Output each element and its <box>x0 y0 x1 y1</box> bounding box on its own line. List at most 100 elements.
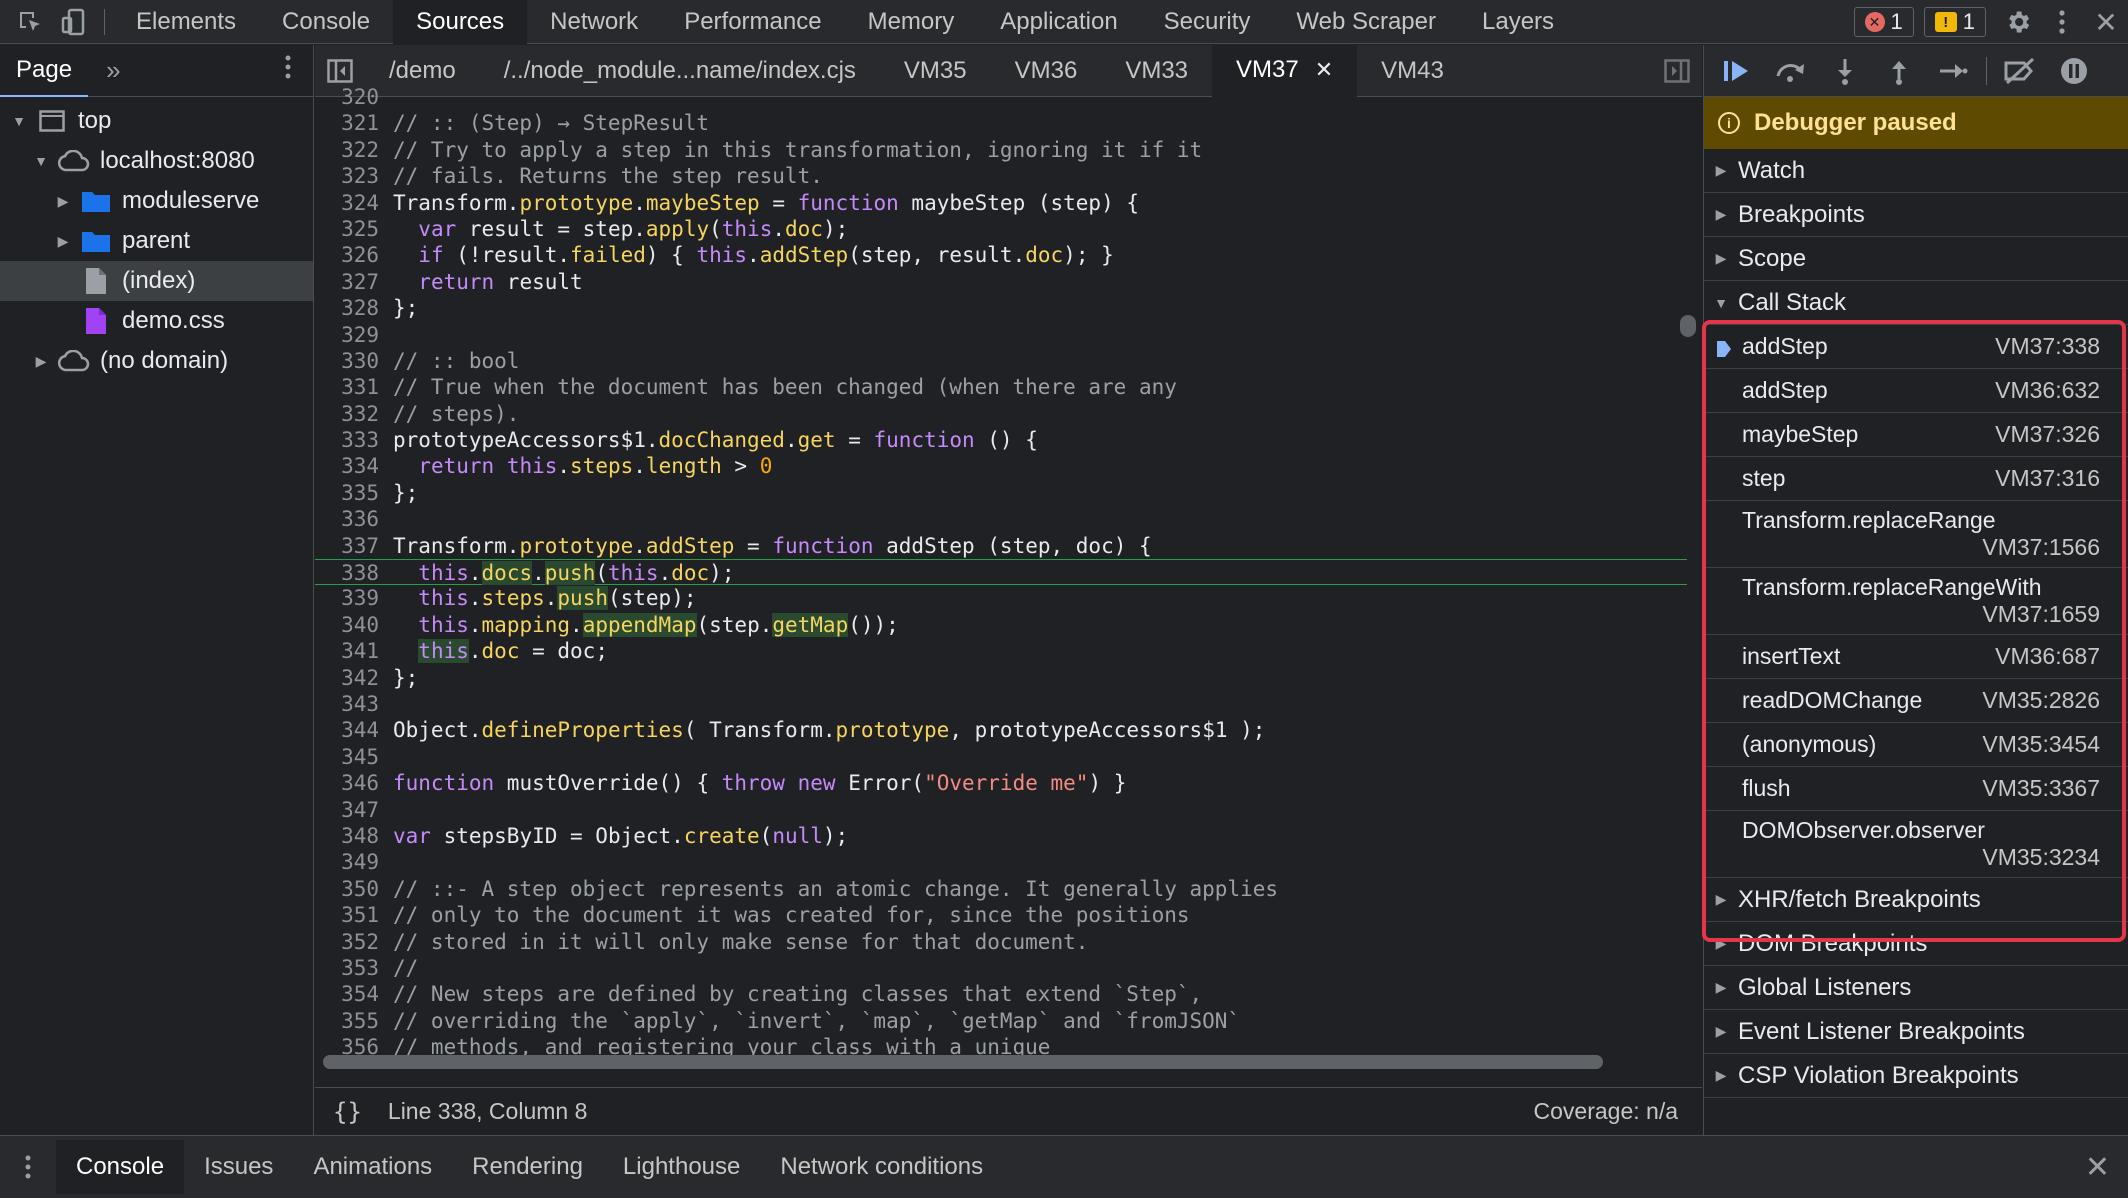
pane-scope[interactable]: ▶ Scope <box>1704 237 2128 281</box>
horizontal-scrollbar[interactable] <box>323 1055 1603 1069</box>
frame-location[interactable]: VM36:632 <box>1995 377 2100 404</box>
line-number[interactable]: 331 <box>315 374 391 400</box>
line-number[interactable]: 351 <box>315 902 391 928</box>
tab-page[interactable]: Page <box>0 44 89 97</box>
inspect-element-icon[interactable] <box>8 0 52 44</box>
drawer-tab-lighthouse[interactable]: Lighthouse <box>603 1140 760 1194</box>
tree-item-no-domain[interactable]: ▶ (no domain) <box>0 341 313 381</box>
line-number[interactable]: 345 <box>315 744 391 770</box>
tab-elements[interactable]: Elements <box>113 0 259 44</box>
tab-security[interactable]: Security <box>1141 0 1274 44</box>
more-tabs-chevron-icon[interactable]: » <box>106 55 120 86</box>
drawer-tab-animations[interactable]: Animations <box>293 1140 452 1194</box>
tree-item-index[interactable]: (index) <box>0 261 313 301</box>
line-number[interactable]: 332 <box>315 401 391 427</box>
frame-location[interactable]: VM35:3367 <box>1982 775 2100 802</box>
code-area[interactable]: 320 321// :: (Step) → StepResult 322// Try… <box>315 84 1687 1074</box>
close-devtools-icon[interactable]: ✕ <box>2084 0 2128 44</box>
call-frame[interactable]: addStep VM36:632 <box>1704 369 2128 413</box>
frame-location[interactable]: VM36:687 <box>1995 643 2100 670</box>
call-frame[interactable]: Transform.replaceRangeWith VM37:1659 <box>1704 568 2128 635</box>
line-number[interactable]: 333 <box>315 427 391 453</box>
tab-performance[interactable]: Performance <box>661 0 844 44</box>
line-number[interactable]: 337 <box>315 533 391 559</box>
tab-web-scraper[interactable]: Web Scraper <box>1273 0 1459 44</box>
line-number[interactable]: 354 <box>315 981 391 1007</box>
call-stack-header[interactable]: ▼ Call Stack <box>1704 281 2128 325</box>
step-over-icon[interactable] <box>1764 49 1818 93</box>
step-out-icon[interactable] <box>1872 49 1926 93</box>
line-number[interactable]: 349 <box>315 849 391 875</box>
line-number[interactable]: 343 <box>315 691 391 717</box>
warning-badge[interactable]: ! 1 <box>1923 7 1986 37</box>
tab-network[interactable]: Network <box>527 0 661 44</box>
line-number[interactable]: 352 <box>315 929 391 955</box>
drawer-menu-icon[interactable] <box>0 1154 56 1180</box>
call-frame[interactable]: flush VM35:3367 <box>1704 767 2128 811</box>
line-number[interactable]: 327 <box>315 269 391 295</box>
tab-application[interactable]: Application <box>977 0 1140 44</box>
pane-global-listeners[interactable]: ▶ Global Listeners <box>1704 966 2128 1010</box>
tree-item-demo-css[interactable]: demo.css <box>0 301 313 341</box>
line-number[interactable]: 330 <box>315 348 391 374</box>
line-number[interactable]: 335 <box>315 480 391 506</box>
line-number[interactable]: 348 <box>315 823 391 849</box>
line-number[interactable]: 347 <box>315 797 391 823</box>
frame-location[interactable]: VM37:326 <box>1995 421 2100 448</box>
line-number[interactable]: 344 <box>315 717 391 743</box>
tree-item-top[interactable]: ▼ top <box>0 101 313 141</box>
step-into-icon[interactable] <box>1818 49 1872 93</box>
line-number[interactable]: 353 <box>315 955 391 981</box>
line-number[interactable]: 338 <box>315 560 391 585</box>
frame-location[interactable]: VM37:316 <box>1995 465 2100 492</box>
settings-gear-icon[interactable] <box>1996 0 2040 44</box>
drawer-tab-console[interactable]: Console <box>56 1140 185 1194</box>
tab-memory[interactable]: Memory <box>845 0 978 44</box>
call-frame[interactable]: (anonymous) VM35:3454 <box>1704 723 2128 767</box>
pane-breakpoints[interactable]: ▶ Breakpoints <box>1704 193 2128 237</box>
line-number[interactable]: 326 <box>315 242 391 268</box>
pause-on-exceptions-icon[interactable] <box>2047 49 2101 93</box>
pane-watch[interactable]: ▶ Watch <box>1704 149 2128 193</box>
tree-item-parent[interactable]: ▶ parent <box>0 221 313 261</box>
frame-location[interactable]: VM37:1566 <box>1742 534 2100 561</box>
line-number[interactable]: 336 <box>315 506 391 532</box>
error-badge[interactable]: ✕ 1 <box>1853 7 1914 37</box>
resume-icon[interactable] <box>1710 49 1764 93</box>
toggle-navigator-icon[interactable] <box>315 58 365 83</box>
tree-item-moduleserve[interactable]: ▶ moduleserve <box>0 181 313 221</box>
line-number[interactable]: 355 <box>315 1008 391 1034</box>
step-icon[interactable] <box>1926 49 1980 93</box>
call-frame[interactable]: DOMObserver.observer VM35:3234 <box>1704 811 2128 878</box>
drawer-tab-network-conditions[interactable]: Network conditions <box>760 1140 1003 1194</box>
frame-location[interactable]: VM37:1659 <box>1742 601 2100 628</box>
call-frame[interactable]: step VM37:316 <box>1704 457 2128 501</box>
frame-location[interactable]: VM37:338 <box>1995 333 2100 360</box>
line-number[interactable]: 323 <box>315 163 391 189</box>
line-number[interactable]: 341 <box>315 638 391 664</box>
line-number[interactable]: 321 <box>315 110 391 136</box>
tab-layers[interactable]: Layers <box>1459 0 1577 44</box>
line-number[interactable]: 334 <box>315 453 391 479</box>
line-number[interactable]: 350 <box>315 876 391 902</box>
more-options-icon[interactable] <box>2040 0 2084 44</box>
tab-console[interactable]: Console <box>259 0 393 44</box>
drawer-tab-issues[interactable]: Issues <box>184 1140 293 1194</box>
line-number[interactable]: 328 <box>315 295 391 321</box>
frame-location[interactable]: VM35:3234 <box>1742 844 2100 871</box>
line-number[interactable]: 346 <box>315 770 391 796</box>
pretty-print-icon[interactable]: {} <box>333 1098 362 1126</box>
close-tab-icon[interactable]: ✕ <box>1315 57 1333 83</box>
vertical-scrollbar[interactable] <box>1680 315 1696 337</box>
close-drawer-icon[interactable]: ✕ <box>2085 1150 2110 1185</box>
line-number[interactable]: 329 <box>315 322 391 348</box>
line-number[interactable]: 325 <box>315 216 391 242</box>
drawer-tab-rendering[interactable]: Rendering <box>452 1140 603 1194</box>
line-number[interactable]: 324 <box>315 190 391 216</box>
frame-location[interactable]: VM35:3454 <box>1982 731 2100 758</box>
device-toolbar-icon[interactable] <box>52 0 96 44</box>
deactivate-breakpoints-icon[interactable] <box>1993 49 2047 93</box>
frame-location[interactable]: VM35:2826 <box>1982 687 2100 714</box>
line-number[interactable]: 342 <box>315 665 391 691</box>
line-number[interactable]: 339 <box>315 585 391 611</box>
